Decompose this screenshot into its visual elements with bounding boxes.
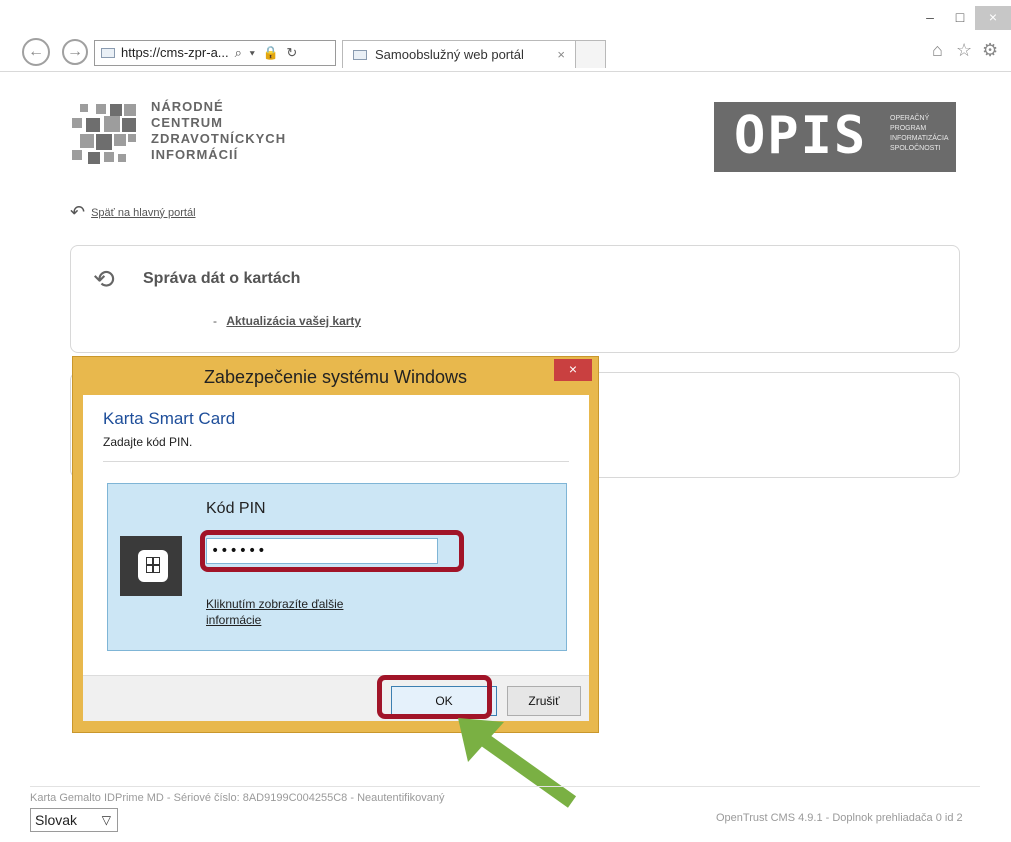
tab-page-icon (353, 49, 367, 60)
back-button[interactable]: ← (22, 38, 50, 66)
language-value: Slovak (35, 812, 78, 828)
dialog-heading: Karta Smart Card (103, 409, 236, 428)
back-arrow-icon: ← (28, 43, 44, 60)
minimize-button[interactable]: – (918, 6, 942, 30)
pin-input-highlight (200, 530, 464, 572)
footer-divider (30, 786, 980, 787)
browser-chrome: – □ × ← → https://cms-zpr-a... ⌕ ▾ 🔒 ↻ S… (0, 0, 1011, 72)
dialog-body: Karta Smart Card Zadajte kód PIN. Kód PI… (83, 395, 589, 675)
tab-close-icon[interactable]: × (557, 47, 565, 62)
maximize-button[interactable]: □ (948, 6, 972, 30)
page-icon (101, 48, 115, 58)
windows-security-dialog: Zabezpečenie systému Windows × Karta Sma… (72, 356, 599, 733)
address-bar-icons[interactable]: ⌕ ▾ 🔒 ↻ (235, 41, 300, 65)
dialog-close-button[interactable]: × (554, 359, 592, 381)
opis-logo-text: OPIS (734, 106, 868, 166)
opis-logo: OPIS OPERAČNÝ PROGRAM INFORMATIZÁCIA SPO… (714, 102, 956, 172)
back-to-portal-link[interactable]: ↶ Späť na hlavný portál (70, 202, 196, 223)
gear-icon[interactable]: ⚙ (982, 40, 998, 61)
dialog-title: Zabezpečenie systému Windows (203, 367, 468, 387)
smart-card-icon (120, 536, 182, 596)
language-select[interactable]: Slovak ▽ (30, 808, 118, 832)
window-close-button[interactable]: × (975, 6, 1011, 30)
pin-label: Kód PIN (206, 500, 266, 517)
sync-icon: ⟲ (93, 264, 115, 294)
panel-title: Správa dát o kartách (143, 270, 301, 287)
address-text: https://cms-zpr-a... (121, 45, 229, 60)
favorites-icon[interactable]: ☆ (956, 40, 972, 61)
new-tab-button[interactable] (576, 40, 606, 68)
version-text: OpenTrust CMS 4.9.1 - Doplnok prehliadač… (716, 812, 963, 824)
forward-button[interactable]: → (62, 39, 88, 65)
forward-arrow-icon: → (67, 43, 83, 60)
pin-entry-box: Kód PIN Kliknutím zobrazíte ďalšie infor… (107, 483, 567, 651)
tab-samoobsluzny-portal[interactable]: Samoobslužný web portál × (342, 40, 576, 68)
card-info-text: Karta Gemalto IDPrime MD - Sériové číslo… (30, 792, 445, 804)
chevron-down-icon: ▽ (101, 813, 111, 827)
address-bar[interactable]: https://cms-zpr-a... ⌕ ▾ 🔒 ↻ (94, 40, 336, 66)
opis-subtitle: OPERAČNÝ PROGRAM INFORMATIZÁCIA SPOLOČNO… (890, 115, 949, 152)
more-info-link[interactable]: Kliknutím zobrazíte ďalšie informácie (206, 596, 386, 628)
org-name: NÁRODNÉ CENTRUM ZDRAVOTNÍCKYCH INFORMÁCI… (151, 99, 287, 162)
green-pointer-arrow-icon (458, 718, 577, 808)
tab-title: Samoobslužný web portál (375, 47, 524, 62)
back-curve-arrow-icon: ↶ (70, 202, 86, 222)
back-to-portal-text[interactable]: Späť na hlavný portál (91, 207, 195, 219)
update-card-link[interactable]: Aktualizácia vašej karty (226, 314, 361, 328)
home-icon[interactable]: ⌂ (932, 40, 943, 61)
update-card-item: - Aktualizácia vašej karty (213, 314, 362, 328)
dialog-instruction: Zadajte kód PIN. (103, 435, 193, 449)
card-data-panel: ⟲ Správa dát o kartách - Aktualizácia va… (70, 245, 960, 353)
dialog-separator (103, 461, 569, 462)
